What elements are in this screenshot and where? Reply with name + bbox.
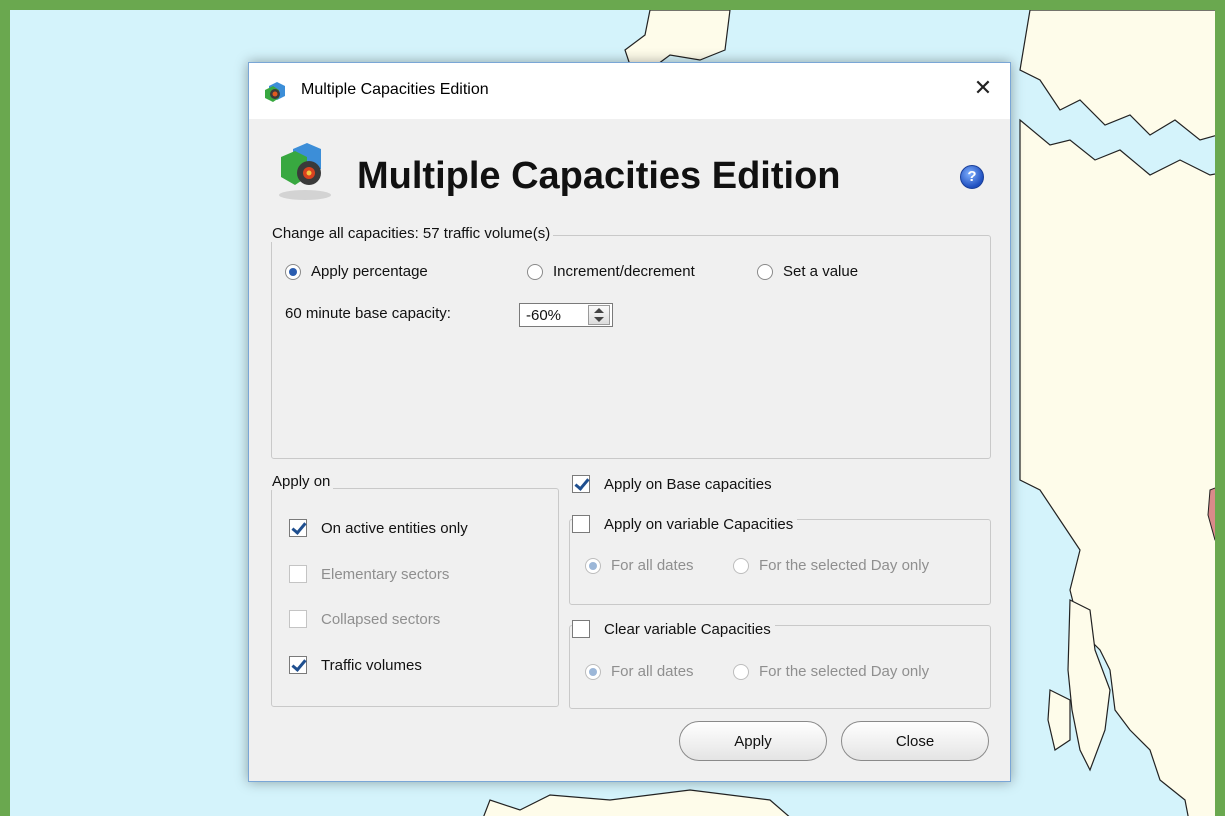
checkbox-box: [572, 475, 590, 493]
checkbox-box: [289, 656, 307, 674]
radio-apply-percentage[interactable]: Apply percentage: [285, 263, 428, 280]
help-icon[interactable]: ?: [960, 165, 984, 189]
base-capacity-value[interactable]: -60%: [526, 307, 561, 324]
radio-set-a-value[interactable]: Set a value: [757, 263, 858, 280]
app-cube-icon: [265, 82, 285, 102]
spin-down-icon[interactable]: [594, 317, 604, 322]
radio-label: Increment/decrement: [553, 263, 695, 280]
radio-dot: [585, 557, 601, 574]
radio-label: For all dates: [611, 557, 694, 574]
checkbox-label: Elementary sectors: [321, 565, 450, 583]
map-land-iberia: [483, 789, 790, 816]
close-window-icon[interactable]: ✕: [970, 75, 996, 101]
radio-clear-selected-day[interactable]: For the selected Day only: [733, 663, 929, 680]
radio-variable-selected-day[interactable]: For the selected Day only: [733, 557, 929, 574]
apply-on-legend: Apply on: [269, 473, 334, 490]
change-capacities-legend: Change all capacities: 57 traffic volume…: [269, 225, 554, 242]
close-button[interactable]: Close: [841, 721, 989, 761]
radio-dot: [585, 663, 601, 680]
map-land-island: [1047, 689, 1071, 751]
checkbox-variable-capacities[interactable]: Apply on variable Capacities: [572, 515, 798, 533]
checkbox-box: [289, 565, 307, 583]
capacities-dialog: Multiple Capacities Edition ✕ Multiple C…: [248, 62, 1011, 782]
spin-buttons[interactable]: [588, 305, 610, 325]
radio-dot: [733, 663, 749, 680]
radio-label: For the selected Day only: [759, 557, 930, 574]
checkbox-label: Traffic volumes: [321, 656, 422, 674]
checkbox-label: Apply on Base capacities: [604, 475, 772, 493]
checkbox-box: [289, 610, 307, 628]
checkbox-traffic-volumes[interactable]: Traffic volumes: [289, 656, 422, 674]
checkbox-box: [572, 620, 590, 638]
checkbox-active-entities[interactable]: On active entities only: [289, 519, 468, 537]
spin-up-icon[interactable]: [594, 308, 604, 313]
dialog-heading: Multiple Capacities Edition: [357, 155, 841, 197]
radio-dot: [285, 263, 301, 280]
checkbox-box: [572, 515, 590, 533]
radio-dot: [757, 263, 773, 280]
radio-dot: [733, 557, 749, 574]
checkbox-clear-variable[interactable]: Clear variable Capacities: [572, 620, 775, 638]
radio-label: Set a value: [783, 263, 859, 280]
title-bar: Multiple Capacities Edition ✕: [249, 63, 1010, 119]
radio-label: For all dates: [611, 663, 694, 680]
base-capacity-spinbox[interactable]: -60%: [519, 303, 613, 327]
base-capacity-label: 60 minute base capacity:: [285, 305, 451, 322]
dialog-header: Multiple Capacities Edition ?: [249, 119, 1010, 219]
radio-dot: [527, 263, 543, 280]
checkbox-label: On active entities only: [321, 519, 468, 537]
checkbox-label: Collapsed sectors: [321, 610, 441, 628]
window-title: Multiple Capacities Edition: [301, 81, 489, 98]
checkbox-elementary-sectors[interactable]: Elementary sectors: [289, 565, 449, 583]
radio-increment-decrement[interactable]: Increment/decrement: [527, 263, 695, 280]
map-land-uk: [624, 10, 731, 71]
radio-variable-all-dates[interactable]: For all dates: [585, 557, 694, 574]
checkbox-label: Apply on variable Capacities: [604, 515, 794, 533]
capacities-logo-icon: [279, 143, 331, 200]
checkbox-collapsed-sectors[interactable]: Collapsed sectors: [289, 610, 440, 628]
apply-button[interactable]: Apply: [679, 721, 827, 761]
checkbox-base-capacities[interactable]: Apply on Base capacities: [572, 475, 772, 493]
radio-clear-all-dates[interactable]: For all dates: [585, 663, 694, 680]
checkbox-box: [289, 519, 307, 537]
radio-label: Apply percentage: [311, 263, 428, 280]
radio-label: For the selected Day only: [759, 663, 930, 680]
map-land-north: [1019, 10, 1215, 141]
checkbox-label: Clear variable Capacities: [604, 620, 771, 638]
